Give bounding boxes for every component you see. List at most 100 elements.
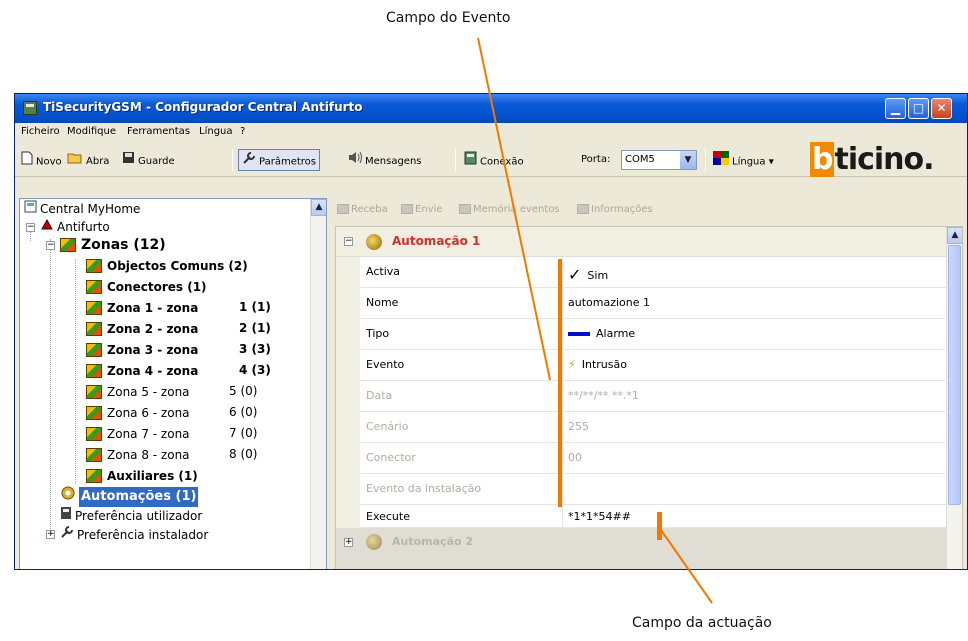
property-row-evento-instalacao[interactable]: Evento da instalação: [336, 474, 948, 505]
lingua-label: Língua: [732, 156, 766, 168]
chevron-down-icon[interactable]: ▼: [680, 151, 696, 169]
property-row-execute[interactable]: Execute *1*1*54##: [336, 505, 948, 528]
property-value[interactable]: ⚡ Intrusão: [568, 358, 627, 371]
send-icon: [401, 204, 413, 214]
intrusion-icon: ⚡: [568, 358, 576, 371]
property-value[interactable]: Alarme: [568, 327, 635, 340]
scroll-up-icon[interactable]: ▲: [311, 199, 326, 216]
guarde-label: Guarde: [138, 156, 175, 167]
property-value[interactable]: automazione 1: [568, 296, 650, 309]
alarm-color-swatch: [568, 332, 590, 336]
property-value[interactable]: **/**/** **.*1: [568, 389, 639, 402]
tree-node-conectores[interactable]: Conectores (1): [86, 276, 207, 296]
panel-toolbar: Receba Envie Memória eventos Informações: [331, 198, 967, 224]
group-header-automacao-2[interactable]: + Automação 2: [336, 528, 948, 569]
menu-lingua[interactable]: Língua: [199, 126, 233, 137]
tree-node-automacoes[interactable]: Automações (1): [60, 485, 199, 507]
abra-button[interactable]: Abra: [67, 151, 109, 169]
grid-scrollbar[interactable]: ▲: [946, 227, 962, 569]
receba-button[interactable]: Receba: [337, 204, 388, 215]
property-row-data[interactable]: Data **/**/** **.*1: [336, 381, 948, 412]
tree-node-zona-1[interactable]: Zona 1 - zona 1 (1): [86, 297, 306, 317]
property-row-nome[interactable]: Nome automazione 1: [336, 288, 948, 319]
tree-node-zona-3[interactable]: Zona 3 - zona 3 (3): [86, 339, 306, 359]
guarde-button[interactable]: Guarde: [122, 151, 175, 169]
expand-icon[interactable]: +: [46, 530, 55, 539]
tree-node-zona-8[interactable]: Zona 8 - zona 8 (0): [86, 444, 306, 464]
collapse-icon[interactable]: −: [46, 241, 55, 250]
computer-icon: [24, 199, 37, 219]
property-row-evento[interactable]: Evento ⚡ Intrusão: [336, 350, 948, 381]
memoria-eventos-button[interactable]: Memória eventos: [459, 204, 560, 215]
tree-view[interactable]: Central MyHome − Antifurto − Zonas (12) …: [19, 198, 327, 569]
property-value[interactable]: 00: [568, 451, 582, 464]
porta-select[interactable]: COM5 ▼: [621, 150, 697, 170]
zone-icon: [86, 300, 102, 315]
scroll-thumb[interactable]: [948, 245, 961, 505]
tree-node-auxiliares[interactable]: Auxiliares (1): [86, 465, 198, 485]
callout-actuacao-label: Campo da actuação: [632, 615, 772, 631]
menu-ferramentas[interactable]: Ferramentas: [127, 126, 190, 137]
tree-node-zona-4[interactable]: Zona 4 - zona 4 (3): [86, 360, 306, 380]
tree-node-antifurto[interactable]: Antifurto: [40, 216, 110, 236]
informacoes-button[interactable]: Informações: [577, 204, 653, 215]
app-icon: [23, 101, 37, 115]
zone-icon: [86, 405, 102, 420]
property-row-cenario[interactable]: Cenário 255: [336, 412, 948, 443]
tree-node-pref-instalador[interactable]: Preferência instalador: [60, 524, 208, 544]
antifurto-icon: [40, 217, 54, 237]
menu-bar: Ficheiro Modifique Ferramentas Língua ?: [15, 123, 967, 143]
menu-modifique[interactable]: Modifique: [67, 126, 116, 137]
property-row-conector[interactable]: Conector 00: [336, 443, 948, 474]
tree-node-zona-2[interactable]: Zona 2 - zona 2 (1): [86, 318, 306, 338]
title-bar[interactable]: TiSecurityGSM - Configurador Central Ant…: [15, 94, 967, 123]
tree-node-zona-7[interactable]: Zona 7 - zona 7 (0): [86, 423, 306, 443]
menu-help[interactable]: ?: [240, 126, 245, 137]
minimize-button[interactable]: ▁: [885, 98, 906, 119]
property-row-activa[interactable]: Activa ✓ Sim: [336, 257, 948, 288]
property-value[interactable]: ✓ Sim: [568, 265, 608, 284]
novo-button[interactable]: Novo: [21, 151, 62, 169]
tree-node-central[interactable]: Central MyHome: [24, 199, 140, 219]
zone-icon: [86, 321, 102, 336]
property-value[interactable]: *1*1*54##: [568, 510, 631, 523]
automation-gear-icon: [366, 234, 382, 250]
maximize-button[interactable]: □: [908, 98, 929, 119]
group-header-automacao-1[interactable]: − Automação 1: [336, 227, 948, 257]
zone-icon: [86, 342, 102, 357]
property-name: Nome: [366, 296, 399, 309]
expand-icon[interactable]: +: [344, 538, 353, 547]
collapse-icon[interactable]: −: [26, 223, 35, 232]
mensagens-button[interactable]: Mensagens: [348, 151, 422, 169]
tree-node-zona-5[interactable]: Zona 5 - zona 5 (0): [86, 381, 306, 401]
toolbar-separator: [232, 149, 233, 171]
speaker-icon: [348, 151, 362, 171]
conexao-button[interactable]: Conexão: [464, 151, 524, 169]
actuacao-field-marker: [657, 512, 662, 540]
tree-node-zona-6[interactable]: Zona 6 - zona 6 (0): [86, 402, 306, 422]
open-folder-icon: [67, 151, 83, 171]
installer-wrench-icon: [60, 525, 74, 545]
property-name: Evento da instalação: [366, 482, 482, 495]
zone-icon: [86, 468, 102, 483]
lingua-dropdown[interactable]: Língua ▾: [713, 151, 774, 169]
property-name: Execute: [366, 510, 410, 523]
menu-ficheiro[interactable]: Ficheiro: [21, 126, 60, 137]
property-value[interactable]: 255: [568, 420, 589, 433]
info-icon: [577, 204, 589, 214]
tree-node-objectos[interactable]: Objectos Comuns (2): [86, 255, 248, 275]
tree-scrollbar[interactable]: ▲: [310, 199, 326, 569]
window-title: TiSecurityGSM - Configurador Central Ant…: [43, 100, 363, 114]
close-button[interactable]: ✕: [931, 98, 952, 119]
scroll-up-icon[interactable]: ▲: [947, 227, 962, 244]
tree-node-pref-utilizador[interactable]: Preferência utilizador: [60, 505, 202, 525]
parametros-button[interactable]: Parâmetros: [238, 149, 320, 171]
tree-node-zonas[interactable]: Zonas (12): [60, 235, 166, 255]
zone-icon: [86, 279, 102, 294]
mensagens-label: Mensagens: [365, 156, 422, 167]
property-row-tipo[interactable]: Tipo Alarme: [336, 319, 948, 350]
checkmark-icon: ✓: [568, 265, 582, 284]
memory-icon: [459, 204, 471, 214]
collapse-icon[interactable]: −: [344, 237, 353, 246]
envie-button[interactable]: Envie: [401, 204, 443, 215]
